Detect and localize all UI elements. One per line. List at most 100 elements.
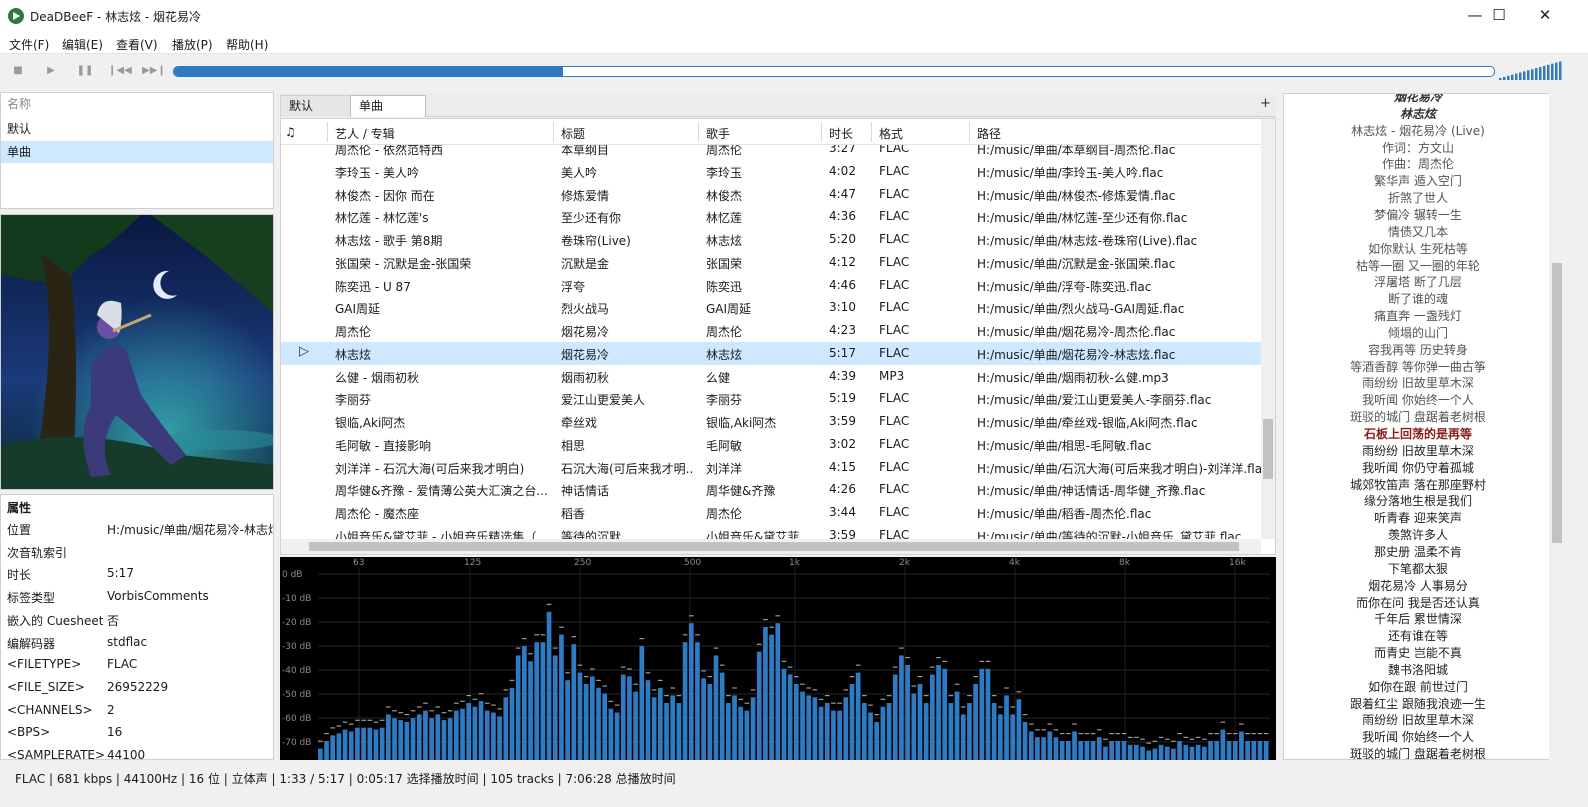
table-row[interactable]: GAI周延 烈火战马 GAI周延 3:10 FLAC H:/music/单曲/烈火战马-G… xyxy=(281,296,1261,319)
spectrum-bar xyxy=(318,748,323,760)
lyric-line: 我听闻 你始终一个人 xyxy=(1362,730,1474,745)
cell-singer: 张国荣 xyxy=(706,256,743,271)
lyric-line: 那史册 温柔不肯 xyxy=(1374,544,1462,559)
playlist-rows: 周杰伦 - 依然范特西 本草纲目 周杰伦 3:27 FLAC H:/music/单曲/本草… xyxy=(281,145,1261,539)
cell-format: FLAC xyxy=(879,505,910,519)
spectrum-peak xyxy=(1084,733,1090,735)
scrollbar-thumb[interactable] xyxy=(309,542,1239,551)
col-duration[interactable]: 时长 xyxy=(829,125,853,142)
table-row[interactable]: 周杰伦 - 依然范特西 本草纲目 周杰伦 3:27 FLAC H:/music/单曲/本草… xyxy=(281,145,1261,160)
db-label: -10 dB xyxy=(282,594,311,604)
spectrum-peak xyxy=(367,719,373,721)
cell-title: 神话情话 xyxy=(561,484,610,499)
spectrum-bar xyxy=(862,703,867,760)
lyrics-scrollbar[interactable] xyxy=(1549,93,1565,760)
playlist-view: ♫ 艺人 / 专辑 标题 歌手 时长 格式 路径 周杰伦 - 依然范特西 本草纲目… xyxy=(280,118,1276,555)
table-row[interactable]: 刘洋洋 - 石沉大海(可后来我才明白) 石沉大海(可后来我才明... 刘洋洋 4:15… xyxy=(281,456,1261,479)
cell-singer: 毛阿敏 xyxy=(706,438,743,453)
cell-path: H:/music/单曲/烟花易冷-周杰伦.flac xyxy=(977,325,1176,339)
table-row[interactable]: 周华健&齐豫 - 爱情薄公英大汇演之台... 神话情话 周华健&齐豫 4:26 FLAC… xyxy=(281,478,1261,501)
property-key: <FILETYPE> xyxy=(7,657,82,672)
menu-view[interactable]: 查看(V) xyxy=(116,36,158,53)
volume-bar xyxy=(1511,74,1514,80)
stop-icon[interactable]: ■ xyxy=(8,63,28,79)
col-path[interactable]: 路径 xyxy=(977,125,1001,142)
spectrum-peak xyxy=(695,634,700,636)
spectrum-bar xyxy=(1171,748,1176,760)
next-icon[interactable]: ▶▶❙ xyxy=(142,63,166,79)
spectrum-bar xyxy=(627,676,632,760)
table-row[interactable]: 周杰伦 - 魔杰座 稻香 周杰伦 3:44 FLAC H:/music/单曲/稻香-周杰伦… xyxy=(281,501,1261,524)
table-row[interactable]: 林志炫 - 歌手 第8期 卷珠帘(Live) 林志炫 5:20 FLAC H:/music… xyxy=(281,228,1261,251)
volume-slider[interactable] xyxy=(1499,60,1565,80)
menu-playback[interactable]: 播放(P) xyxy=(172,36,213,53)
table-row[interactable]: 林忆莲 - 林忆莲's 至少还有你 林忆莲 4:36 FLAC H:/music/单曲/林… xyxy=(281,205,1261,228)
col-title[interactable]: 标题 xyxy=(561,125,585,142)
spectrum-peak xyxy=(1263,733,1269,735)
col-artist-album[interactable]: 艺人 / 专辑 xyxy=(335,125,395,142)
cell-title: 爱江山更爱美人 xyxy=(561,393,646,408)
cell-title: 石沉大海(可后来我才明... xyxy=(561,461,694,476)
cell-path: H:/music/单曲/本草纲目-周杰伦.flac xyxy=(977,145,1176,157)
menu-edit[interactable]: 编辑(E) xyxy=(62,36,103,53)
property-key: 时长 xyxy=(7,568,32,583)
tab-default[interactable]: 默认 xyxy=(280,95,352,117)
spectrum-peak xyxy=(1251,733,1257,735)
col-format[interactable]: 格式 xyxy=(879,125,903,142)
lyric-line: 烟花易冷 xyxy=(1393,93,1442,104)
spectrum-bar xyxy=(886,703,892,760)
seek-bar[interactable] xyxy=(173,66,1495,77)
spectrum-bar xyxy=(552,655,558,760)
db-label: -30 dB xyxy=(282,642,311,652)
playlist-horizontal-scrollbar[interactable] xyxy=(281,539,1261,554)
pause-icon[interactable]: ❚❚ xyxy=(75,63,95,79)
previous-icon[interactable]: ❙◀◀ xyxy=(108,63,132,79)
scrollbar-thumb[interactable] xyxy=(1263,419,1273,479)
status-text: FLAC | 681 kbps | 44100Hz | 16 位 | 立体声 |… xyxy=(15,772,676,786)
maximize-icon[interactable]: ☐ xyxy=(1476,0,1522,32)
spectrum-bar xyxy=(998,714,1003,760)
spectrum-peak xyxy=(1035,729,1040,731)
table-row[interactable]: 小姐音乐&黛艾菲 - 小姐音乐精选集（... 等待的沉默 小姐音乐&黛艾菲 3:59 F… xyxy=(281,524,1261,539)
menu-help[interactable]: 帮助(H) xyxy=(226,36,268,53)
spectrum-bar xyxy=(849,684,855,760)
table-row[interactable]: 李丽芬 爱江山更爱美人 李丽芬 5:19 FLAC H:/music/单曲/爱江山更爱美人… xyxy=(281,387,1261,410)
table-row[interactable]: 林俊杰 - 因你 而在 修炼爱情 林俊杰 4:47 FLAC H:/music/单曲/林俊… xyxy=(281,183,1261,206)
menu-file[interactable]: 文件(F) xyxy=(9,36,49,53)
col-singer[interactable]: 歌手 xyxy=(706,125,730,142)
spectrum-bar xyxy=(954,691,960,760)
scrollbar-thumb[interactable] xyxy=(1552,263,1562,543)
play-icon[interactable]: ▶ xyxy=(41,63,61,79)
status-bar: FLAC | 681 kbps | 44100Hz | 16 位 | 立体声 |… xyxy=(0,764,1588,807)
cell-duration: 4:12 xyxy=(829,254,856,269)
table-row[interactable]: 李玲玉 - 美人吟 美人吟 李玲玉 4:02 FLAC H:/music/单曲/李玲玉-美… xyxy=(281,160,1261,183)
freq-label: 500 xyxy=(684,558,701,568)
playlist-item-singles[interactable]: 单曲 xyxy=(1,141,273,163)
spectrum-bar xyxy=(336,733,342,760)
playlist-item-default[interactable]: 默认 xyxy=(1,118,273,140)
close-icon[interactable]: ✕ xyxy=(1522,0,1568,32)
table-row[interactable]: 周杰伦 烟花易冷 周杰伦 4:23 FLAC H:/music/单曲/烟花易冷-周杰伦.f… xyxy=(281,319,1261,342)
spectrum-peak xyxy=(1053,729,1059,731)
volume-bar xyxy=(1543,65,1546,80)
tab-singles[interactable]: 单曲 xyxy=(350,95,426,117)
table-row[interactable]: 张国荣 - 沉默是金-张国荣 沉默是金 张国荣 4:12 FLAC H:/music/单曲… xyxy=(281,251,1261,274)
cell-artist-album: 林俊杰 - 因你 而在 xyxy=(335,188,435,203)
spectrum-bar xyxy=(812,697,818,760)
table-row[interactable]: 陈奕迅 - U 87 浮夸 陈奕迅 4:46 FLAC H:/music/单曲/浮夸-陈奕… xyxy=(281,274,1261,297)
spectrum-peak xyxy=(392,710,397,712)
table-row[interactable]: 么健 - 烟雨初秋 烟雨初秋 么健 4:39 MP3 H:/music/单曲/烟雨初秋-么… xyxy=(281,365,1261,388)
add-tab-icon[interactable]: + xyxy=(1260,96,1271,111)
lyric-line: 还有谁在等 xyxy=(1387,629,1448,644)
table-row[interactable]: ▷ 林志炫 烟花易冷 林志炫 5:17 FLAC H:/music/单曲/烟花易冷-林志炫.… xyxy=(281,341,1261,365)
col-playing[interactable]: ♫ xyxy=(285,125,296,139)
table-row[interactable]: 银临,Aki阿杰 牵丝戏 银临,Aki阿杰 3:59 FLAC H:/music/单曲/牵… xyxy=(281,410,1261,433)
spectrum-peak xyxy=(1189,738,1195,740)
spectrum-bar xyxy=(540,642,546,760)
spectrum-bar xyxy=(1134,744,1139,760)
table-row[interactable]: 毛阿敏 - 直接影响 相思 毛阿敏 3:02 FLAC H:/music/单曲/相思-毛阿… xyxy=(281,433,1261,456)
playlist-vertical-scrollbar[interactable] xyxy=(1261,119,1275,539)
volume-bar xyxy=(1499,78,1502,80)
spectrum-peak xyxy=(892,666,898,668)
cell-path: H:/music/单曲/林忆莲-至少还有你.flac xyxy=(977,211,1188,226)
